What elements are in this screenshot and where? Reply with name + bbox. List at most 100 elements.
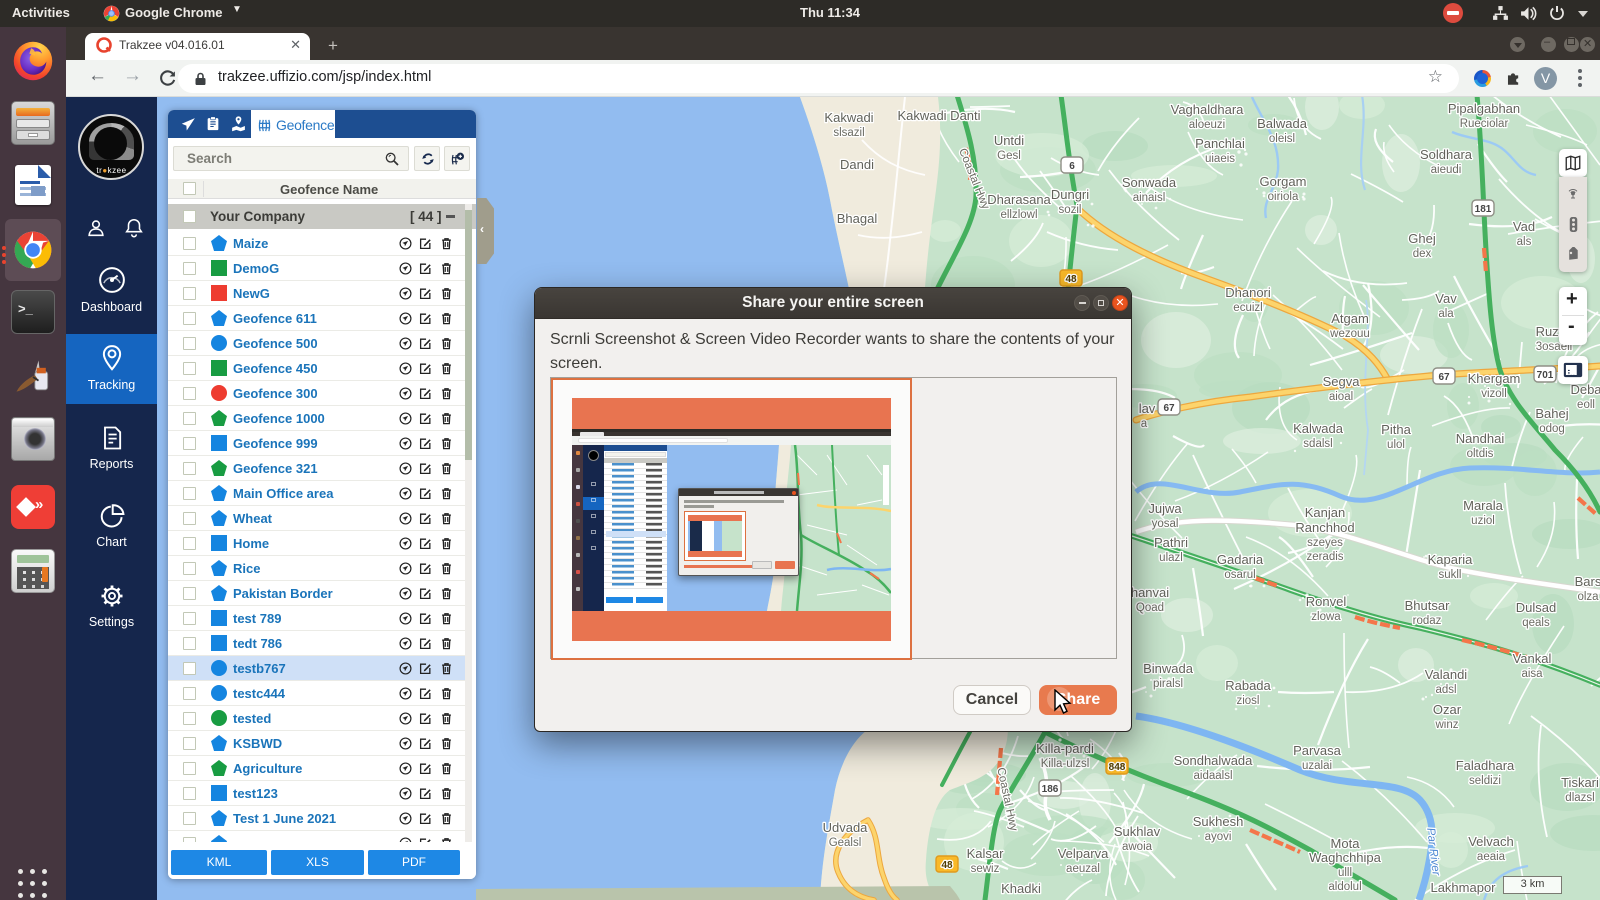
svg-text:Pitha: Pitha (1381, 422, 1411, 437)
svg-text:Khergam: Khergam (1468, 371, 1521, 386)
svg-text:ellzlowl: ellzlowl (1000, 209, 1037, 221)
svg-text:Deba: Deba (1570, 382, 1600, 397)
svg-text:aieudi: aieudi (1431, 164, 1462, 176)
svg-text:Dulsad: Dulsad (1516, 600, 1556, 615)
svg-text:Gealsl: Gealsl (829, 837, 862, 849)
svg-text:ulol: ulol (1387, 439, 1405, 451)
svg-text:uziol: uziol (1471, 515, 1495, 527)
svg-text:Lakhmapor: Lakhmapor (1430, 880, 1496, 895)
svg-text:aldolul: aldolul (1328, 881, 1361, 893)
svg-text:Vad: Vad (1513, 219, 1535, 234)
svg-text:Rueciolar: Rueciolar (1460, 118, 1509, 130)
svg-text:701: 701 (1537, 370, 1554, 381)
svg-text:Binwada: Binwada (1143, 661, 1194, 676)
svg-text:Vaghaldhara: Vaghaldhara (1171, 102, 1245, 117)
svg-text:szeyes: szeyes (1307, 537, 1343, 549)
svg-text:ulll: ulll (1338, 867, 1352, 879)
svg-text:Soldhara: Soldhara (1420, 147, 1473, 162)
svg-text:Faladhara: Faladhara (1456, 758, 1515, 773)
svg-text:Marala: Marala (1463, 498, 1504, 513)
svg-text:aisa: aisa (1521, 668, 1543, 680)
svg-text:wezouu: wezouu (1329, 328, 1370, 340)
svg-text:Bhutsar: Bhutsar (1405, 598, 1450, 613)
svg-text:Kalsar: Kalsar (967, 846, 1005, 861)
svg-text:odog: odog (1539, 423, 1565, 435)
svg-text:dlazsl: dlazsl (1565, 792, 1594, 804)
svg-text:awoia: awoia (1122, 841, 1153, 853)
svg-text:vizoll: vizoll (1481, 388, 1507, 400)
svg-text:Killa-pardi: Killa-pardi (1036, 741, 1094, 756)
svg-text:osarul: osarul (1224, 569, 1255, 581)
svg-text:zeradis: zeradis (1306, 551, 1343, 563)
svg-text:Segva: Segva (1323, 374, 1361, 389)
svg-text:Gesl: Gesl (997, 150, 1021, 162)
svg-text:qeals: qeals (1522, 617, 1550, 629)
svg-text:Velvach: Velvach (1468, 834, 1514, 849)
svg-text:winz: winz (1434, 719, 1458, 731)
svg-text:Rabada: Rabada (1225, 678, 1271, 693)
svg-text:Vankal: Vankal (1513, 651, 1552, 666)
svg-text:rodaz: rodaz (1413, 615, 1442, 627)
svg-text:aidaalsl: aidaalsl (1194, 770, 1233, 782)
svg-text:Valandi: Valandi (1425, 667, 1468, 682)
svg-text:Kanjan: Kanjan (1305, 505, 1345, 520)
svg-text:oltdis: oltdis (1467, 448, 1494, 460)
svg-text:Kaparia: Kaparia (1428, 552, 1474, 567)
svg-text:piralsl: piralsl (1153, 678, 1183, 690)
svg-text:848: 848 (1109, 762, 1126, 773)
svg-text:lav: lav (1139, 401, 1156, 416)
svg-text:Dharasana: Dharasana (987, 192, 1051, 207)
svg-text:sdalsl: sdalsl (1303, 438, 1332, 450)
svg-text:slsazil: slsazil (833, 127, 864, 139)
svg-text:hanvai: hanvai (1131, 585, 1169, 600)
svg-text:Dandi: Dandi (840, 157, 874, 172)
svg-text:oleisl: oleisl (1269, 133, 1295, 145)
svg-text:Panchlai: Panchlai (1195, 136, 1245, 151)
svg-text:186: 186 (1042, 784, 1059, 795)
svg-text:67: 67 (1163, 403, 1175, 414)
svg-text:ala: ala (1438, 308, 1454, 320)
svg-text:aioal: aioal (1329, 391, 1353, 403)
svg-text:Dungri: Dungri (1051, 187, 1089, 202)
svg-text:dex: dex (1413, 248, 1432, 260)
svg-text:Kakwadi Danti: Kakwadi Danti (897, 108, 980, 123)
svg-text:seldizi: seldizi (1469, 775, 1501, 787)
svg-text:48: 48 (1065, 274, 1077, 285)
svg-text:Sukhesh: Sukhesh (1193, 814, 1244, 829)
svg-text:olza: olza (1577, 591, 1599, 603)
svg-text:ziosl: ziosl (1236, 695, 1259, 707)
svg-text:Kalwada: Kalwada (1293, 421, 1344, 436)
svg-text:Udvada: Udvada (823, 820, 869, 835)
svg-text:Qoad: Qoad (1136, 602, 1164, 614)
svg-text:Ronvel: Ronvel (1306, 594, 1347, 609)
svg-text:Gadaria: Gadaria (1217, 552, 1264, 567)
svg-text:Pathri: Pathri (1154, 535, 1188, 550)
svg-text:a: a (1141, 418, 1148, 430)
svg-text:Bars: Bars (1575, 574, 1600, 589)
svg-text:aeaia: aeaia (1477, 851, 1506, 863)
svg-text:Mota: Mota (1331, 836, 1361, 851)
svg-text:oiriola: oiriola (1268, 191, 1299, 203)
svg-text:181: 181 (1475, 204, 1492, 215)
svg-text:48: 48 (941, 860, 953, 871)
svg-text:6: 6 (1069, 161, 1075, 172)
svg-text:Atgam: Atgam (1331, 311, 1369, 326)
svg-text:Vav: Vav (1435, 291, 1457, 306)
svg-text:Untdi: Untdi (994, 133, 1024, 148)
svg-text:ulazl: ulazl (1159, 552, 1183, 564)
svg-text:Sondhalwada: Sondhalwada (1174, 753, 1254, 768)
svg-text:Khadki: Khadki (1001, 881, 1041, 896)
svg-text:uzalai: uzalai (1302, 760, 1332, 772)
svg-text:ayovi: ayovi (1205, 831, 1232, 843)
svg-text:sukll: sukll (1438, 569, 1461, 581)
svg-text:Ozar: Ozar (1433, 702, 1462, 717)
svg-text:eoll: eoll (1577, 399, 1595, 411)
svg-text:Bahej: Bahej (1535, 406, 1568, 421)
svg-text:als: als (1517, 236, 1532, 248)
svg-text:aloeuzi: aloeuzi (1189, 119, 1225, 131)
svg-text:Parvasa: Parvasa (1293, 743, 1341, 758)
svg-text:Velparva: Velparva (1058, 846, 1109, 861)
svg-text:yosal: yosal (1152, 518, 1179, 530)
svg-text:Ranchhod: Ranchhod (1295, 520, 1354, 535)
svg-text:Ghej: Ghej (1408, 231, 1436, 246)
